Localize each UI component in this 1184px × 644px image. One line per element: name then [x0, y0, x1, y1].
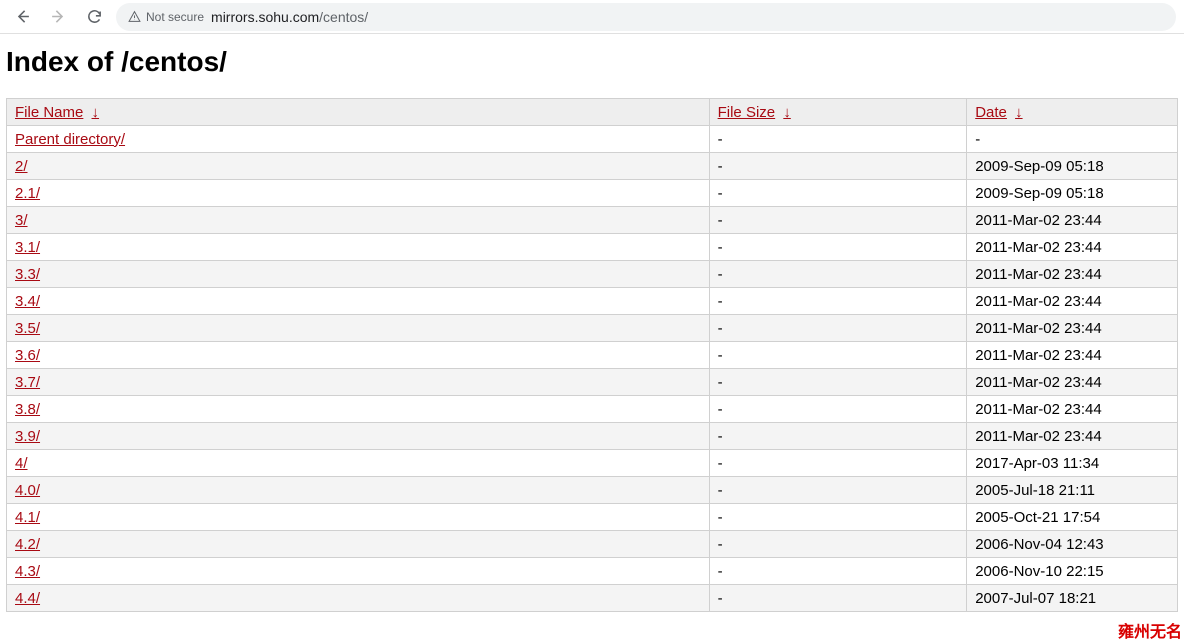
table-row: Parent directory/ --	[7, 126, 1178, 153]
file-size-cell: -	[709, 180, 967, 207]
directory-link[interactable]: 3.6/	[15, 347, 40, 364]
directory-link[interactable]: 3.7/	[15, 374, 40, 391]
file-size-cell: -	[709, 288, 967, 315]
table-row: 3.9/ -2011-Mar-02 23:44	[7, 423, 1178, 450]
file-date-cell: 2009-Sep-09 05:18	[967, 180, 1178, 207]
file-size-cell: -	[709, 396, 967, 423]
file-size-cell: -	[709, 153, 967, 180]
directory-listing-table: File Name ↓ File Size ↓ Date ↓ Parent di…	[6, 98, 1178, 612]
table-row: 4/ -2017-Apr-03 11:34	[7, 450, 1178, 477]
table-row: 2.1/ -2009-Sep-09 05:18	[7, 180, 1178, 207]
file-size-cell: -	[709, 261, 967, 288]
warning-triangle-icon	[128, 10, 141, 23]
file-size-cell: -	[709, 315, 967, 342]
table-row: 3.4/ -2011-Mar-02 23:44	[7, 288, 1178, 315]
file-date-cell: 2011-Mar-02 23:44	[967, 396, 1178, 423]
file-date-cell: 2006-Nov-10 22:15	[967, 558, 1178, 585]
directory-link[interactable]: 3.8/	[15, 401, 40, 418]
header-date-link[interactable]: Date	[975, 104, 1007, 121]
arrow-left-icon	[14, 8, 31, 25]
header-filename-link[interactable]: File Name	[15, 104, 83, 121]
file-size-cell: -	[709, 585, 967, 612]
file-size-cell: -	[709, 207, 967, 234]
table-row: 4.0/ -2005-Jul-18 21:11	[7, 477, 1178, 504]
file-date-cell: 2017-Apr-03 11:34	[967, 450, 1178, 477]
directory-link[interactable]: 2.1/	[15, 185, 40, 202]
table-row: 3.5/ -2011-Mar-02 23:44	[7, 315, 1178, 342]
file-size-cell: -	[709, 423, 967, 450]
table-row: 2/ -2009-Sep-09 05:18	[7, 153, 1178, 180]
file-date-cell: 2011-Mar-02 23:44	[967, 423, 1178, 450]
table-row: 3/ -2011-Mar-02 23:44	[7, 207, 1178, 234]
table-row: 3.8/ -2011-Mar-02 23:44	[7, 396, 1178, 423]
file-date-cell: 2011-Mar-02 23:44	[967, 315, 1178, 342]
security-label: Not secure	[146, 10, 204, 24]
page-title: Index of /centos/	[6, 46, 1178, 78]
table-row: 3.3/ -2011-Mar-02 23:44	[7, 261, 1178, 288]
file-size-cell: -	[709, 450, 967, 477]
file-date-cell: 2011-Mar-02 23:44	[967, 234, 1178, 261]
reload-icon	[86, 8, 103, 25]
back-button[interactable]	[8, 3, 36, 31]
directory-link[interactable]: Parent directory/	[15, 131, 125, 148]
directory-link[interactable]: 3/	[15, 212, 28, 229]
directory-link[interactable]: 3.1/	[15, 239, 40, 256]
file-date-cell: 2011-Mar-02 23:44	[967, 261, 1178, 288]
file-size-cell: -	[709, 504, 967, 531]
security-badge[interactable]: Not secure	[128, 10, 204, 24]
table-row: 3.6/ -2011-Mar-02 23:44	[7, 342, 1178, 369]
directory-link[interactable]: 4.2/	[15, 536, 40, 553]
table-row: 4.3/ -2006-Nov-10 22:15	[7, 558, 1178, 585]
browser-toolbar: Not secure mirrors.sohu.com/centos/	[0, 0, 1184, 34]
file-size-cell: -	[709, 531, 967, 558]
address-bar[interactable]: Not secure mirrors.sohu.com/centos/	[116, 3, 1176, 31]
url-text: mirrors.sohu.com/centos/	[211, 9, 368, 25]
file-date-cell: 2011-Mar-02 23:44	[967, 369, 1178, 396]
file-size-cell: -	[709, 126, 967, 153]
forward-button[interactable]	[44, 3, 72, 31]
file-date-cell: 2007-Jul-07 18:21	[967, 585, 1178, 612]
reload-button[interactable]	[80, 3, 108, 31]
sort-filesize-button[interactable]: ↓	[783, 104, 791, 121]
table-row: 4.4/ -2007-Jul-07 18:21	[7, 585, 1178, 612]
file-size-cell: -	[709, 342, 967, 369]
directory-link[interactable]: 4.0/	[15, 482, 40, 499]
file-size-cell: -	[709, 558, 967, 585]
arrow-right-icon	[50, 8, 67, 25]
header-filesize-link[interactable]: File Size	[718, 104, 776, 121]
directory-link[interactable]: 3.4/	[15, 293, 40, 310]
sort-date-button[interactable]: ↓	[1015, 104, 1023, 121]
file-date-cell: 2009-Sep-09 05:18	[967, 153, 1178, 180]
directory-link[interactable]: 2/	[15, 158, 28, 175]
file-size-cell: -	[709, 369, 967, 396]
file-date-cell: -	[967, 126, 1178, 153]
file-size-cell: -	[709, 477, 967, 504]
directory-link[interactable]: 3.9/	[15, 428, 40, 445]
table-row: 4.2/ -2006-Nov-04 12:43	[7, 531, 1178, 558]
table-row: 3.1/ -2011-Mar-02 23:44	[7, 234, 1178, 261]
table-row: 3.7/ -2011-Mar-02 23:44	[7, 369, 1178, 396]
watermark-text: 雍州无名	[1118, 618, 1182, 642]
file-date-cell: 2006-Nov-04 12:43	[967, 531, 1178, 558]
file-date-cell: 2011-Mar-02 23:44	[967, 207, 1178, 234]
directory-link[interactable]: 3.5/	[15, 320, 40, 337]
directory-link[interactable]: 4/	[15, 455, 28, 472]
file-date-cell: 2005-Jul-18 21:11	[967, 477, 1178, 504]
file-date-cell: 2011-Mar-02 23:44	[967, 342, 1178, 369]
table-row: 4.1/ -2005-Oct-21 17:54	[7, 504, 1178, 531]
file-date-cell: 2011-Mar-02 23:44	[967, 288, 1178, 315]
sort-filename-button[interactable]: ↓	[92, 104, 100, 121]
directory-link[interactable]: 4.4/	[15, 590, 40, 607]
directory-link[interactable]: 4.1/	[15, 509, 40, 526]
directory-link[interactable]: 4.3/	[15, 563, 40, 580]
directory-link[interactable]: 3.3/	[15, 266, 40, 283]
file-date-cell: 2005-Oct-21 17:54	[967, 504, 1178, 531]
file-size-cell: -	[709, 234, 967, 261]
